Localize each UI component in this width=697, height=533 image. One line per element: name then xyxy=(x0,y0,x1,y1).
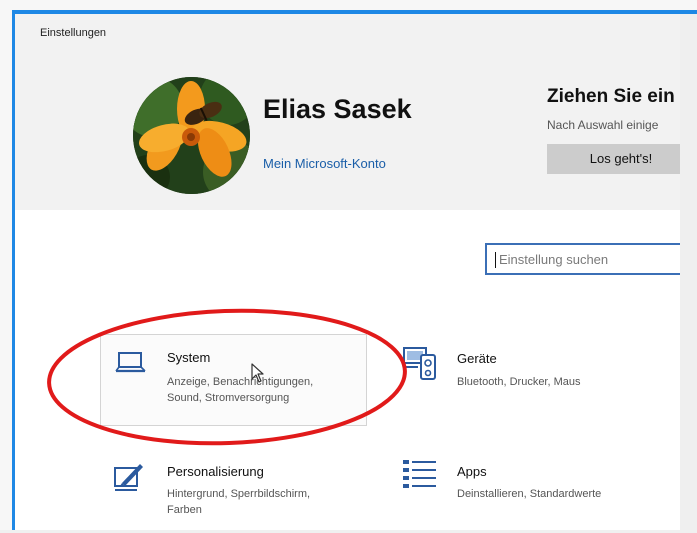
personalization-icon-wrap[interactable] xyxy=(110,460,146,499)
promo-subtitle: Nach Auswahl einige xyxy=(547,118,659,132)
get-started-button[interactable]: Los geht's! xyxy=(547,144,695,174)
category-desc-apps: Deinstallieren, Standardwerte xyxy=(457,486,601,502)
category-desc-devices: Bluetooth, Drucker, Maus xyxy=(457,374,581,390)
user-name: Elias Sasek xyxy=(263,94,412,124)
category-title-personalization[interactable]: Personalisierung xyxy=(167,464,264,479)
category-title-system: System xyxy=(167,350,211,365)
microsoft-account-link[interactable]: Mein Microsoft-Konto xyxy=(263,156,386,171)
apps-icon-wrap[interactable] xyxy=(402,458,438,495)
category-desc-line: Hintergrund, Sperrbildschirm, xyxy=(167,488,311,500)
category-desc-line: Sound, Stromversorgung xyxy=(167,392,290,404)
window-right-edge xyxy=(680,14,697,533)
user-avatar[interactable] xyxy=(133,77,250,194)
account-header: Einstellungen Elias Sasek Mein Microsoft… xyxy=(15,14,695,210)
apps-icon xyxy=(403,460,436,488)
window-title: Einstellungen xyxy=(40,27,107,39)
text-caret xyxy=(495,252,496,268)
settings-search-input[interactable]: Einstellung suchen xyxy=(485,243,680,275)
category-desc-personalization: Hintergrund, Sperrbildschirm, Farben xyxy=(167,486,310,518)
category-desc-line: Farben xyxy=(167,504,202,516)
system-icon-wrap xyxy=(115,350,147,381)
category-desc-system: Anzeige, Benachrichtigungen, Sound, Stro… xyxy=(167,374,313,406)
avatar-image xyxy=(133,77,250,194)
laptop-icon xyxy=(115,352,146,373)
mouse-cursor-icon xyxy=(251,363,264,383)
personalization-icon xyxy=(114,464,143,491)
category-title-apps[interactable]: Apps xyxy=(457,464,487,479)
category-desc-line: Anzeige, Benachrichtigungen, xyxy=(167,376,314,388)
devices-icon xyxy=(403,347,436,380)
search-placeholder: Einstellung suchen xyxy=(499,252,609,267)
promo-title: Ziehen Sie ein xyxy=(547,86,675,107)
category-desc-line: Deinstallieren, Standardwerte xyxy=(457,488,602,500)
category-desc-line: Bluetooth, Drucker, Maus xyxy=(457,376,581,388)
devices-icon-wrap[interactable] xyxy=(402,345,438,386)
category-title-devices[interactable]: Geräte xyxy=(457,351,497,366)
